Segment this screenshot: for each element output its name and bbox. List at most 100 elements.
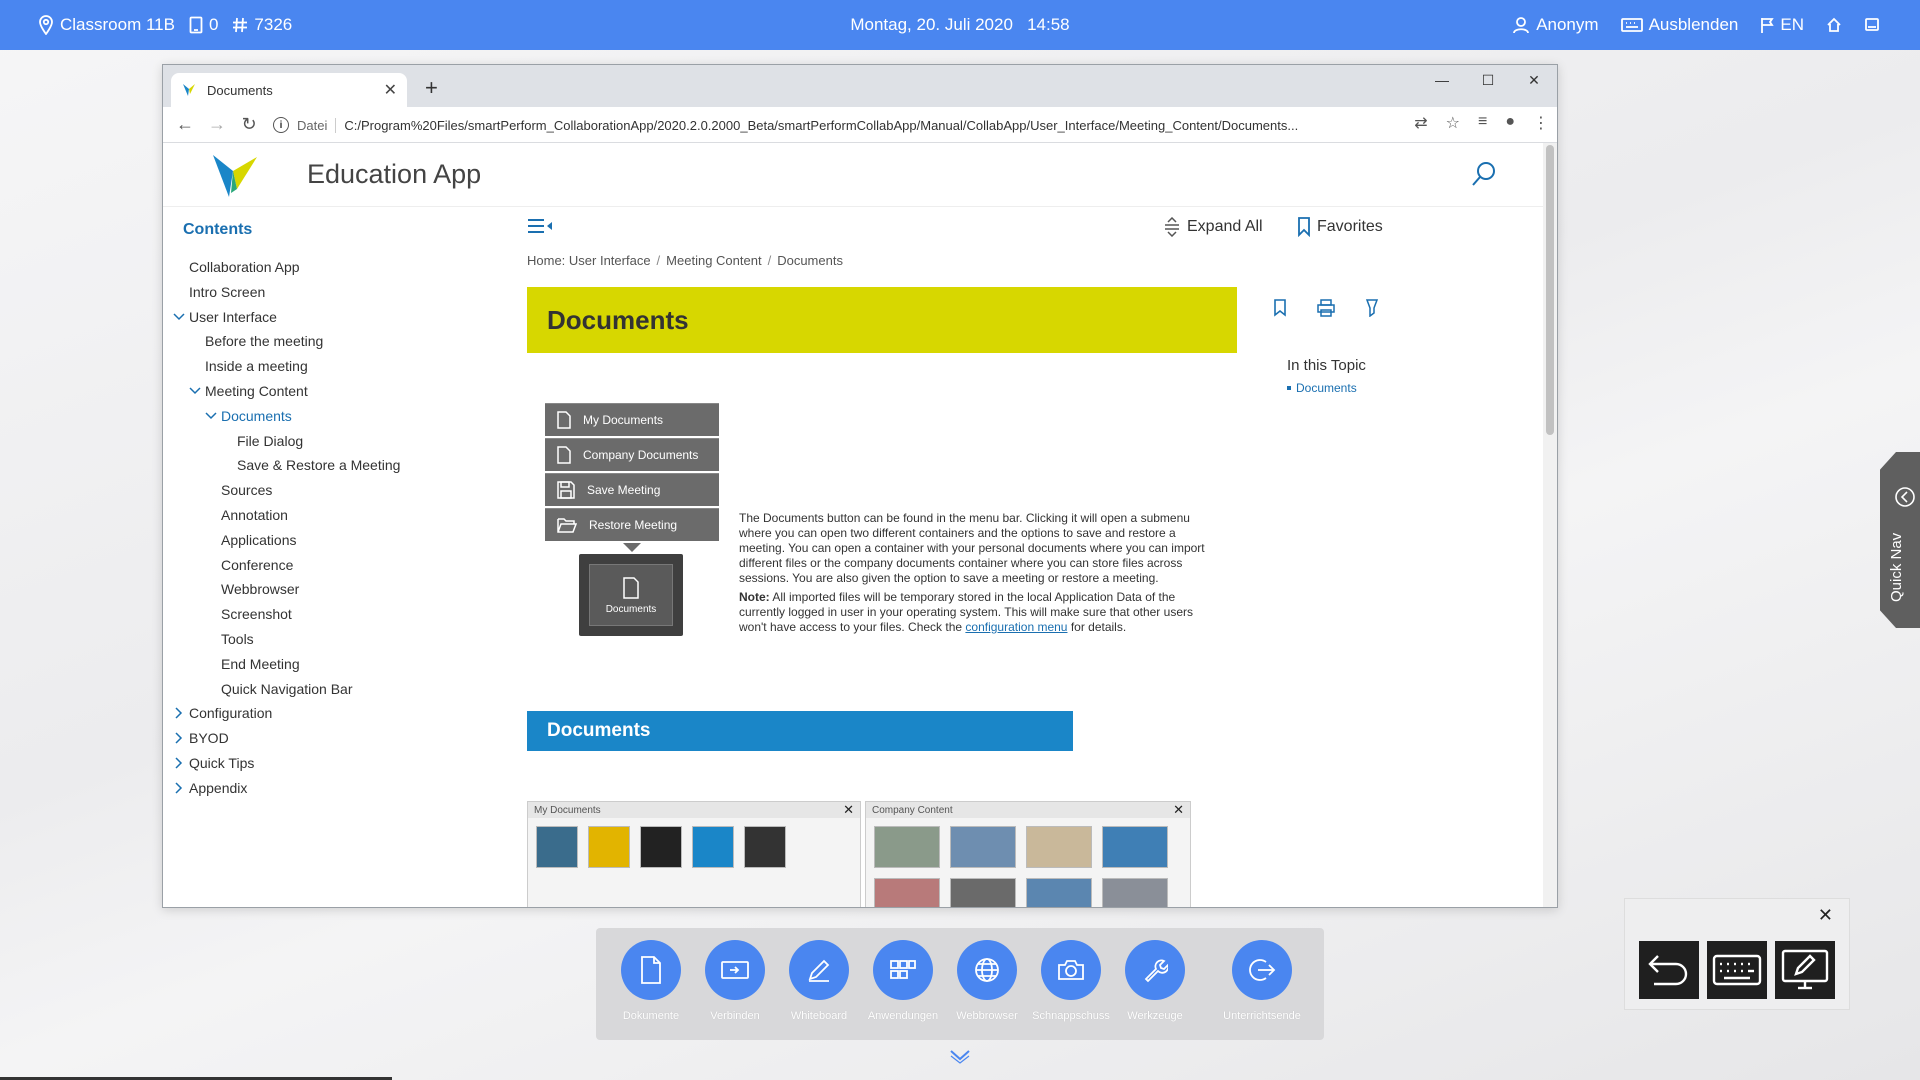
page-scrollbar[interactable] — [1543, 143, 1557, 907]
undo-arrow-icon — [1648, 955, 1688, 986]
favorites-button[interactable]: Favorites — [1297, 217, 1383, 237]
page-content: Education App Contents Collaboration App… — [163, 143, 1543, 907]
toc-item[interactable]: Before the meeting — [205, 331, 323, 351]
dock-applications-button[interactable]: Anwendungen — [858, 940, 948, 1022]
highlight-icon[interactable] — [1365, 299, 1379, 322]
menu-item-label: Restore Meeting — [589, 518, 678, 532]
breadcrumb-parent[interactable]: Meeting Content — [666, 253, 761, 268]
document-icon — [557, 411, 571, 429]
toc-item[interactable]: Webbrowser — [221, 579, 299, 599]
toc-item[interactable]: Screenshot — [221, 604, 292, 624]
forward-button[interactable]: → — [201, 114, 233, 135]
browser-menu-icon[interactable]: ⋮ — [1533, 113, 1549, 133]
omnibox[interactable]: i Datei C:/Program%20Files/smartPerform_… — [273, 111, 1387, 139]
toc-item-label: Configuration — [189, 705, 273, 722]
new-tab-button[interactable]: + — [425, 75, 438, 101]
home-icon — [1827, 17, 1841, 32]
expand-all-button[interactable]: Expand All — [1163, 217, 1263, 237]
toc-item[interactable]: Inside a meeting — [205, 356, 308, 376]
translate-icon[interactable]: ⇄ — [1414, 113, 1427, 133]
toc-item[interactable]: Save & Restore a Meeting — [237, 455, 400, 475]
chevron-right-icon[interactable] — [173, 778, 185, 798]
toc-item[interactable]: End Meeting — [221, 654, 300, 674]
home-button[interactable] — [1826, 17, 1842, 33]
toc-item-label: End Meeting — [221, 655, 300, 672]
scrollbar-thumb[interactable] — [1546, 145, 1554, 435]
profile-icon[interactable]: ● — [1505, 113, 1515, 133]
undo-button[interactable] — [1639, 941, 1699, 999]
close-icon[interactable]: ✕ — [1818, 905, 1833, 926]
hide-button[interactable]: Ausblenden — [1620, 15, 1738, 35]
toc-item[interactable]: User Interface — [189, 307, 277, 327]
configuration-menu-link[interactable]: configuration menu — [965, 620, 1067, 634]
butterfly-logo-icon — [213, 155, 257, 197]
toc-item[interactable]: Annotation — [221, 505, 288, 525]
dock-webbrowser-button[interactable]: Webbrowser — [942, 940, 1032, 1022]
reload-button[interactable]: ↻ — [233, 114, 265, 135]
minimize-button[interactable]: — — [1419, 65, 1465, 95]
quick-nav-panel[interactable]: Quick Nav — [1880, 452, 1920, 628]
scheme-label: Datei — [297, 117, 337, 133]
close-window-button[interactable]: ✕ — [1511, 65, 1557, 95]
dock-snapshot-button[interactable]: Schnappschuss — [1026, 940, 1116, 1022]
keyboard-button[interactable] — [1707, 941, 1767, 999]
toc-item[interactable]: Sources — [221, 480, 272, 500]
description-paragraph: The Documents button can be found in the… — [739, 511, 1205, 585]
toc-item[interactable]: Collaboration App — [189, 257, 300, 277]
in-this-topic-link[interactable]: Documents — [1287, 381, 1357, 395]
toc-item[interactable]: Configuration — [189, 703, 272, 723]
dock-connect-button[interactable]: Verbinden — [690, 940, 780, 1022]
toc-item[interactable]: Meeting Content — [205, 381, 308, 401]
collapse-menu-icon[interactable] — [527, 217, 553, 235]
dock-whiteboard-button[interactable]: Whiteboard — [774, 940, 864, 1022]
toc-item[interactable]: Quick Navigation Bar — [221, 679, 353, 699]
toc-item[interactable]: Appendix — [189, 778, 247, 798]
toc-item[interactable]: Documents — [221, 406, 292, 426]
toc-item[interactable]: Conference — [221, 555, 293, 575]
chevron-down-icon[interactable] — [189, 381, 201, 401]
toc-item-label: Quick Navigation Bar — [221, 680, 353, 697]
toc-item[interactable]: Tools — [221, 629, 254, 649]
toc-item[interactable]: BYOD — [189, 728, 229, 748]
dock-documents-button[interactable]: Dokumente — [606, 940, 696, 1022]
shot-title: My Documents — [534, 804, 601, 816]
toc-item[interactable]: File Dialog — [237, 431, 303, 451]
language-button[interactable]: EN — [1760, 15, 1804, 35]
display-button[interactable] — [1864, 17, 1880, 33]
toc-item[interactable]: Quick Tips — [189, 753, 254, 773]
address-bar-icons: ⇄ ☆ ≡ ● ⋮ — [1414, 113, 1549, 133]
document-icon — [623, 576, 639, 599]
chevron-right-icon[interactable] — [173, 728, 185, 748]
app-title: Education App — [307, 159, 482, 189]
thumbnail — [588, 826, 630, 868]
print-icon[interactable] — [1317, 299, 1335, 322]
session-id-indicator[interactable]: 7326 — [232, 15, 292, 35]
user-button[interactable]: Anonym — [1512, 15, 1599, 35]
tablet-icon — [189, 16, 203, 34]
collapse-dock-chevron-icon[interactable] — [948, 1048, 972, 1064]
annotate-screen-button[interactable] — [1775, 941, 1835, 999]
breadcrumb-home[interactable]: Home: User Interface — [527, 253, 651, 268]
chevron-down-icon[interactable] — [173, 307, 185, 327]
toc-item-label: Screenshot — [221, 606, 292, 623]
user-name: Anonym — [1536, 15, 1599, 34]
bookmark-page-icon[interactable] — [1273, 299, 1287, 322]
chevron-right-icon[interactable] — [173, 703, 185, 723]
dock-end-lesson-button[interactable]: Unterrichtsende — [1212, 940, 1312, 1022]
room-indicator[interactable]: Classroom 11B — [38, 15, 175, 35]
toc-item[interactable]: Intro Screen — [189, 282, 265, 302]
search-icon[interactable] — [1469, 159, 1499, 189]
info-icon[interactable]: i — [273, 117, 289, 133]
close-tab-icon[interactable]: ✕ — [384, 80, 397, 100]
browser-tab-documents[interactable]: Documents ✕ — [171, 73, 407, 107]
dock-tools-button[interactable]: Werkzeuge — [1110, 940, 1200, 1022]
chevron-down-icon[interactable] — [205, 406, 217, 426]
thumbnail — [1026, 878, 1092, 907]
bookmark-star-icon[interactable]: ☆ — [1446, 113, 1460, 133]
reading-list-icon[interactable]: ≡ — [1478, 113, 1487, 133]
back-button[interactable]: ← — [169, 114, 201, 135]
maximize-button[interactable]: ☐ — [1465, 65, 1511, 95]
chevron-right-icon[interactable] — [173, 753, 185, 773]
screen-counter[interactable]: 0 — [189, 15, 218, 35]
toc-item[interactable]: Applications — [221, 530, 297, 550]
